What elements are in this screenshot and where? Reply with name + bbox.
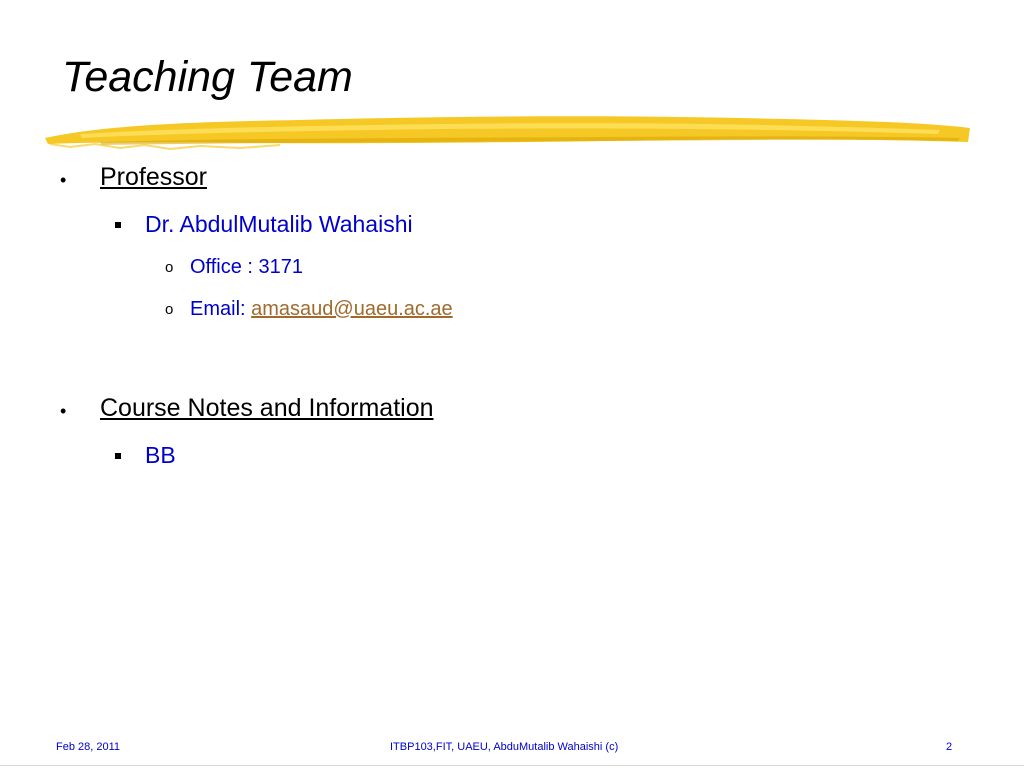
section-course-notes: Course Notes and Information xyxy=(100,393,434,423)
slide: Teaching Team • Professor Dr. AbdulMutal… xyxy=(0,0,1024,768)
professor-name: Dr. AbdulMutalib Wahaishi xyxy=(145,211,413,237)
bottom-divider xyxy=(0,765,1024,766)
bullet-level3: o xyxy=(165,259,174,276)
section-label: Course Notes and Information xyxy=(100,394,434,422)
bullet-level2 xyxy=(115,453,121,459)
bullet-level2 xyxy=(115,222,121,228)
course-platform: BB xyxy=(145,442,176,468)
slide-title: Teaching Team xyxy=(62,53,353,101)
section-professor: Professor xyxy=(100,162,207,192)
bullet-level1: • xyxy=(60,401,67,421)
email-detail: Email: amasaud@uaeu.ac.ae xyxy=(190,297,453,321)
footer-date: Feb 28, 2011 xyxy=(56,741,121,753)
email-link[interactable]: amasaud@uaeu.ac.ae xyxy=(251,298,453,320)
footer-page-number: 2 xyxy=(946,741,953,753)
section-label: Professor xyxy=(100,163,207,191)
email-prefix: Email: xyxy=(190,298,252,320)
decorative-brush-stroke xyxy=(45,116,970,151)
office-detail: Office : 3171 xyxy=(190,256,304,278)
bullet-level3: o xyxy=(165,301,174,318)
brush-stroke-fray xyxy=(49,142,281,151)
bullet-level1: • xyxy=(60,170,67,190)
footer-center-text: ITBP103,FIT, UAEU, AbduMutalib Wahaishi … xyxy=(390,741,619,753)
